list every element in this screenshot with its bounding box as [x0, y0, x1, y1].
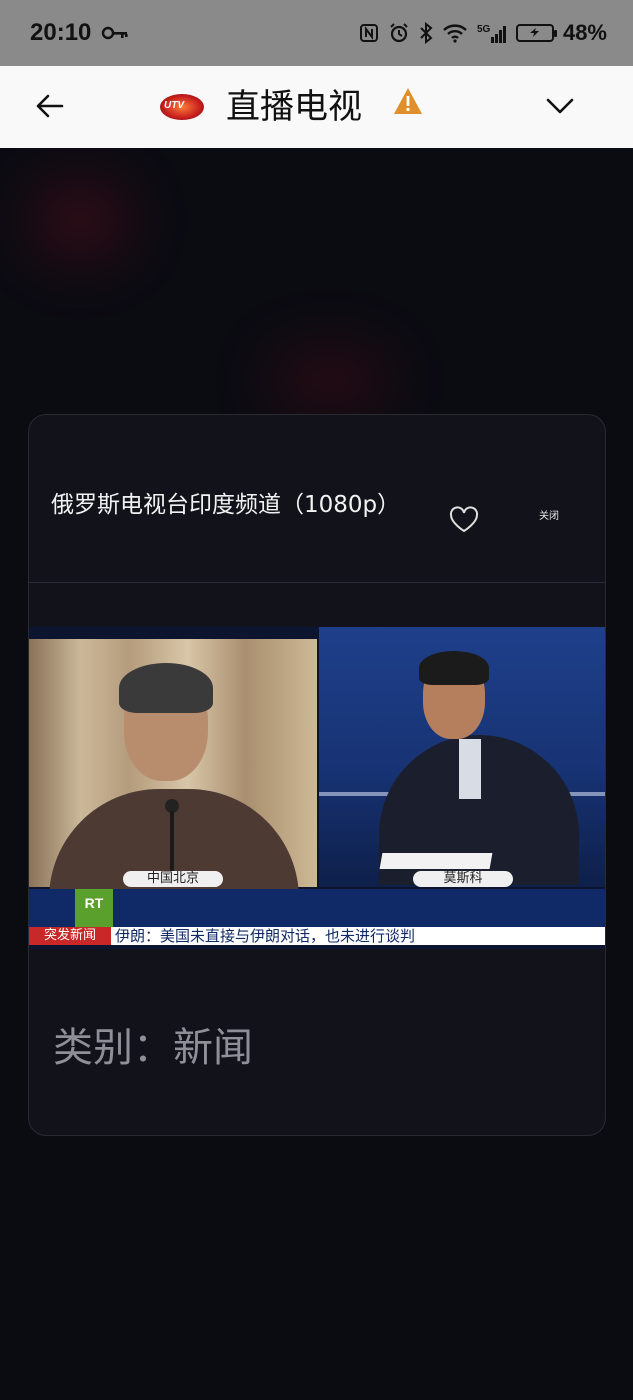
- chevron-down-icon: [546, 98, 574, 114]
- background-blur-red: [30, 180, 130, 260]
- close-button[interactable]: 关闭: [539, 507, 559, 522]
- alarm-icon: [390, 23, 408, 43]
- app-logo: UTV: [160, 94, 204, 120]
- channel-title: 俄罗斯电视台印度频道（1080p）: [51, 492, 401, 518]
- ticker-text: 伊朗：美国未直接与伊朗对话，也未进行谈判: [115, 927, 416, 945]
- battery-percent: 48%: [562, 20, 607, 45]
- arrow-left-icon: [36, 94, 64, 118]
- location-label-right: 莫斯科: [413, 871, 513, 887]
- video-pane-left: [29, 639, 317, 899]
- rt-logo: RT: [75, 889, 113, 929]
- category-label: 类别：新闻: [53, 1025, 253, 1071]
- breaking-news-label: 突发新闻: [29, 927, 111, 945]
- signal-5g-icon: 5G: [477, 24, 506, 43]
- svg-text:5G: 5G: [477, 24, 491, 35]
- app-header: UTV 直播电视: [0, 66, 633, 148]
- heart-icon: [449, 506, 479, 533]
- wifi-icon: [443, 24, 467, 43]
- nfc-icon: [359, 24, 378, 42]
- clock: 20:10: [30, 19, 92, 46]
- status-bar: 20:10 5G 48%: [0, 0, 633, 66]
- back-button[interactable]: [30, 86, 70, 126]
- warning-icon[interactable]: [392, 86, 424, 116]
- bluetooth-icon: [420, 22, 433, 44]
- lower-third-band: [29, 889, 605, 929]
- collapse-button[interactable]: [540, 86, 580, 126]
- favorite-button[interactable]: [447, 503, 481, 537]
- video-player[interactable]: 中国北京 莫斯科 RT 突发新闻 伊朗：美国未直接与伊朗对话，也未进行谈判: [29, 627, 605, 949]
- key-icon: [102, 26, 128, 40]
- location-label-left: 中国北京: [123, 871, 223, 887]
- battery-charging-icon: [515, 24, 557, 42]
- video-pane-right: [319, 627, 605, 887]
- divider: [29, 582, 605, 583]
- news-ticker: 伊朗：美国未直接与伊朗对话，也未进行谈判: [111, 927, 605, 945]
- page-title: 直播电视: [226, 87, 362, 127]
- channel-card: 俄罗斯电视台印度频道（1080p） 关闭 中国北京 莫斯科 RT 突发新闻 伊朗…: [28, 414, 606, 1136]
- background-blur-red-center: [270, 350, 390, 410]
